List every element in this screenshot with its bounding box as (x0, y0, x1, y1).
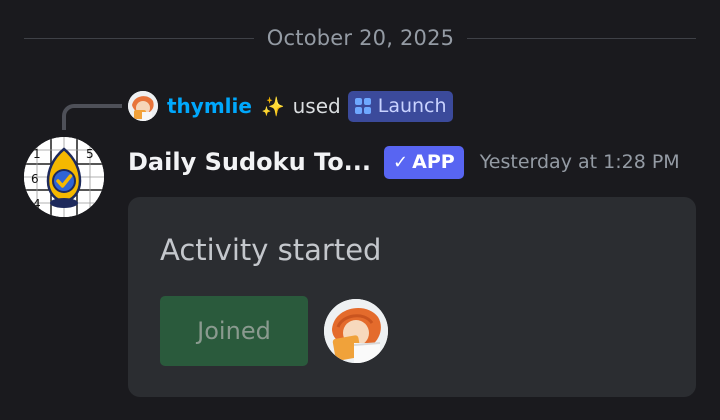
message-timestamp[interactable]: Yesterday at 1:28 PM (480, 151, 680, 173)
sudoku-digit: 6 (31, 172, 39, 186)
command-reply-line: thymlie ✨ used Launch (128, 90, 453, 122)
used-label: used (292, 94, 341, 118)
sudoku-digit: 1 (33, 147, 41, 161)
reply-connector (62, 104, 122, 130)
divider-line-left (24, 38, 254, 39)
app-badge: ✓ APP (384, 145, 464, 179)
app-badge-label: APP (412, 151, 455, 173)
activity-rocket-icon (354, 97, 372, 115)
app-avatar[interactable]: 1 5 6 4 (24, 137, 104, 217)
sparkle-emoji: ✨ (260, 95, 285, 118)
user-avatar[interactable] (128, 91, 158, 121)
sudoku-digit: 4 (33, 197, 41, 211)
divider-date: October 20, 2025 (266, 26, 455, 50)
participant-avatar[interactable] (324, 299, 388, 363)
app-name[interactable]: Daily Sudoku To... (128, 148, 371, 176)
activity-status-title: Activity started (160, 233, 382, 267)
launch-command-pill[interactable]: Launch (347, 90, 453, 122)
chat-message-view: October 20, 2025 thymlie ✨ used Launch 1… (0, 0, 720, 420)
verified-check-icon: ✓ (393, 151, 409, 173)
reply-username[interactable]: thymlie (167, 94, 252, 118)
joined-button[interactable]: Joined (160, 296, 308, 366)
date-divider: October 20, 2025 (24, 22, 696, 56)
command-label: Launch (377, 95, 447, 117)
activity-embed-card: Activity started Joined (128, 197, 696, 397)
message-header: Daily Sudoku To... ✓ APP Yesterday at 1:… (128, 142, 680, 182)
divider-line-right (467, 38, 696, 39)
sudoku-digit: 5 (86, 147, 94, 161)
